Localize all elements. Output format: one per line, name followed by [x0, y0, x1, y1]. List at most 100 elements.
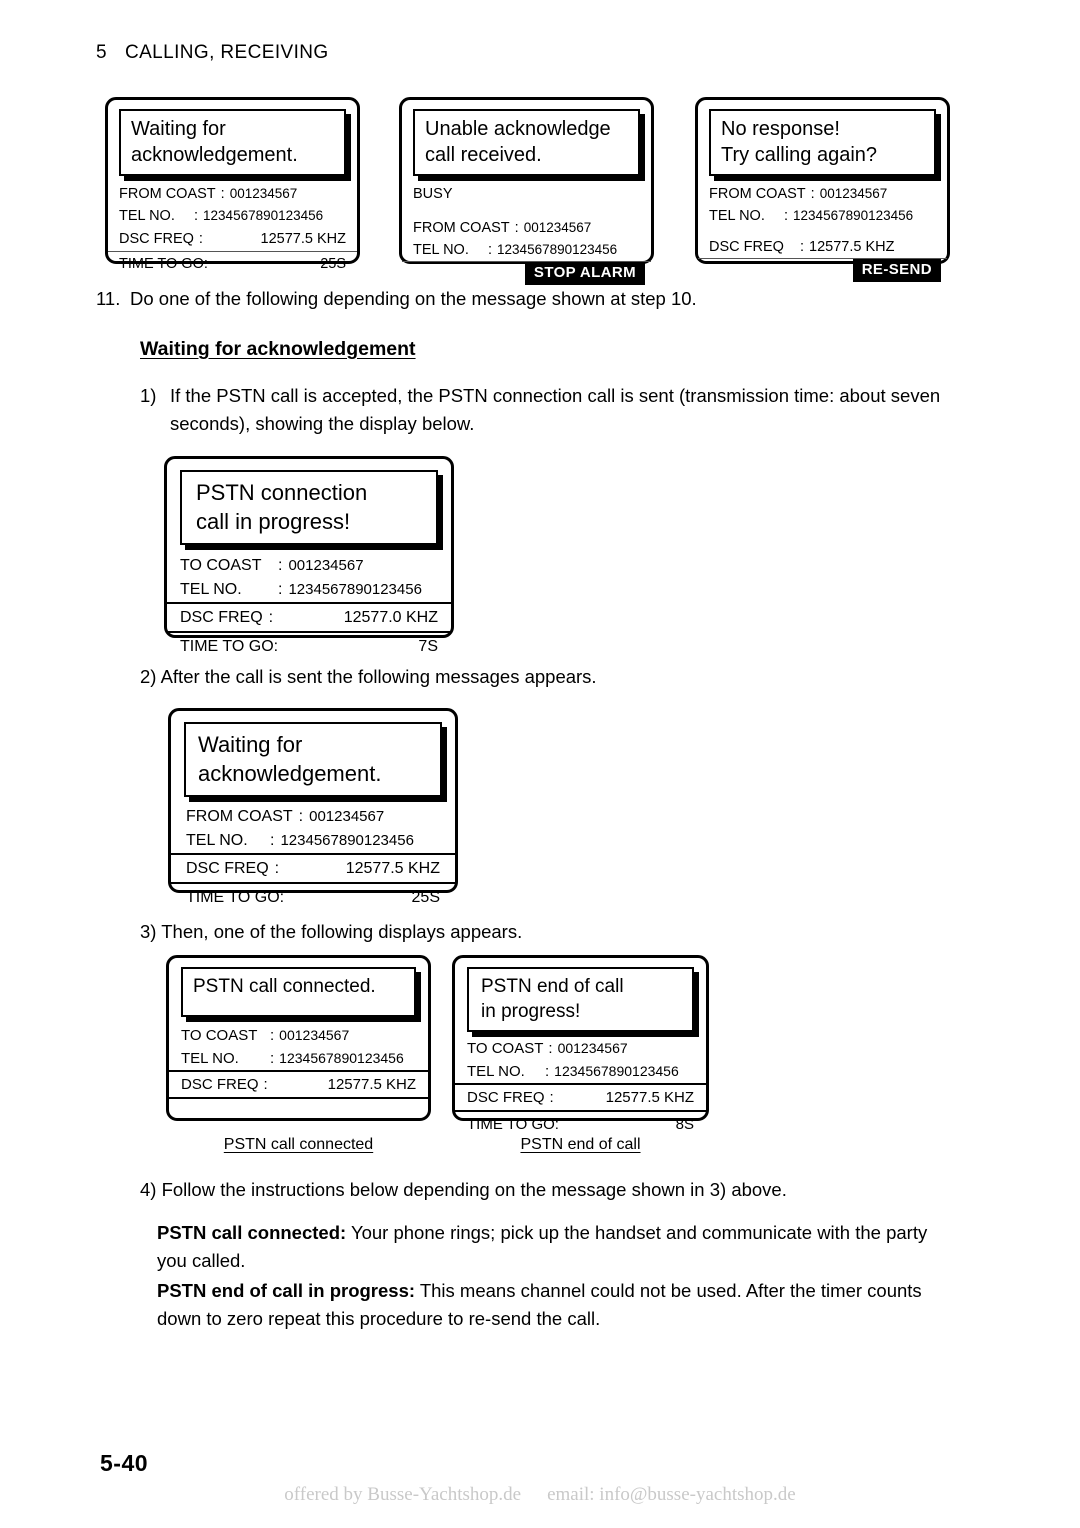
step-2: 2) After the call is sent the following …	[140, 666, 597, 687]
tel-no-label: TEL NO.	[413, 242, 469, 258]
softkey-row: RE-SEND	[698, 259, 947, 284]
message-banner: PSTN end of call in progress!	[467, 967, 699, 1037]
tel-no-value: 1234567890123456	[497, 242, 618, 257]
step-1-text: If the PSTN call is accepted, the PSTN c…	[170, 385, 941, 434]
time-to-go-label: TIME TO GO:	[186, 889, 285, 906]
from-coast-value: 001234567	[229, 186, 298, 201]
watermark: offered by Busse-Yachtshop.de email: info…	[0, 1484, 1080, 1506]
step-4: 4) Follow the instructions below dependi…	[140, 1179, 787, 1200]
paragraph-label-connected: PSTN call connected:	[157, 1222, 347, 1243]
tel-no-colon: :	[784, 208, 789, 224]
from-coast-colon: :	[298, 808, 304, 825]
tel-no-label: TEL NO.	[181, 1050, 239, 1067]
dsc-freq-colon: :	[800, 239, 805, 255]
caption-pstn-call-connected: PSTN call connected	[223, 1136, 374, 1153]
field-dsc-freq: DSC FREQ : 12577.5 KHZ	[108, 227, 357, 251]
time-to-go-value: 25S	[320, 256, 346, 272]
from-coast-value: 001234567	[523, 220, 592, 235]
time-to-go-value: 8S	[675, 1116, 694, 1133]
tel-no-colon: :	[194, 208, 199, 224]
dsc-freq-label: DSC FREQ	[186, 860, 269, 877]
field-time-to-go: TIME TO GO: 8S	[455, 1112, 706, 1137]
to-coast-label: TO COAST	[180, 557, 262, 574]
tel-no-value: 1234567890123456	[554, 1063, 679, 1079]
field-dsc-freq: DSC FREQ : 12577.5 KHZ	[169, 1072, 428, 1097]
banner-line-1: Waiting for	[198, 732, 303, 757]
tel-no-colon: :	[488, 242, 493, 258]
field-list: TO COAST : 001234567 TEL NO. : 123456789…	[167, 554, 451, 602]
page-number: 5-40	[100, 1450, 149, 1476]
from-coast-colon: :	[514, 220, 519, 236]
to-coast-label: TO COAST	[467, 1040, 544, 1057]
from-coast-label: FROM COAST	[709, 186, 806, 202]
time-to-go-value: 25S	[411, 889, 440, 906]
to-coast-value: 001234567	[279, 1027, 350, 1043]
banner-line-1: No response!	[721, 118, 840, 140]
chapter-title: CALLING, RECEIVING	[124, 42, 329, 63]
dsc-display-waiting-acknowledgement-2: Waiting for acknowledgement. FROM COAST …	[168, 708, 458, 906]
status-text: BUSY	[413, 183, 640, 205]
tel-no-label: TEL NO.	[180, 581, 242, 598]
field-tel-no: TEL NO. : 1234567890123456	[186, 829, 440, 853]
dsc-display-unable-acknowledge: Unable acknowledge call received. BUSY F…	[399, 97, 654, 285]
dsc-display-pstn-end-of-call: PSTN end of call in progress! TO COAST :…	[452, 955, 709, 1133]
field-tel-no: TEL NO. : 1234567890123456	[180, 578, 438, 602]
field-from-coast: FROM COAST : 001234567	[186, 805, 440, 829]
softkey-row: STOP ALARM	[402, 262, 651, 287]
banner-line-2: call in progress!	[196, 509, 351, 534]
field-tel-no: TEL NO. : 1234567890123456	[709, 205, 936, 227]
dsc-freq-value: 12577.5 KHZ	[345, 860, 440, 877]
busy-status: BUSY	[413, 186, 453, 202]
banner-line-2: acknowledgement.	[131, 144, 298, 166]
message-banner: Waiting for acknowledgement.	[119, 109, 351, 181]
tel-no-colon: :	[270, 832, 275, 849]
tel-no-value: 1234567890123456	[288, 581, 422, 598]
field-to-coast: TO COAST : 001234567	[180, 554, 438, 578]
watermark-offered-by: offered by Busse-Yachtshop.de	[284, 1484, 522, 1505]
banner-line-2: call received.	[425, 144, 542, 166]
field-tel-no: TEL NO. : 1234567890123456	[467, 1060, 694, 1083]
tel-no-value: 1234567890123456	[279, 1050, 404, 1066]
from-coast-label: FROM COAST	[119, 186, 216, 202]
message-banner: PSTN connection call in progress!	[180, 470, 443, 550]
banner-line-1: Waiting for	[131, 118, 226, 140]
field-to-coast: TO COAST : 001234567	[467, 1037, 694, 1060]
dsc-freq-value: 12577.5 KHZ	[327, 1076, 416, 1093]
from-coast-label: FROM COAST	[186, 808, 293, 825]
to-coast-colon: :	[278, 557, 283, 574]
message-banner: Unable acknowledge call received.	[413, 109, 645, 181]
field-list: FROM COAST : 001234567 TEL NO. : 1234567…	[171, 805, 455, 853]
message-banner: No response! Try calling again?	[709, 109, 941, 181]
field-tel-no: TEL NO. : 1234567890123456	[119, 205, 346, 227]
field-list: FROM COAST : 001234567 TEL NO. : 1234567…	[698, 183, 947, 258]
chapter-number: 5	[96, 42, 107, 63]
message-banner: Waiting for acknowledgement.	[184, 722, 447, 802]
re-send-button[interactable]: RE-SEND	[852, 259, 941, 282]
dsc-freq-colon: :	[198, 231, 203, 247]
field-time-to-go: TIME TO GO: 7S	[167, 633, 451, 660]
dsc-freq-value: 12577.5 KHZ	[605, 1089, 694, 1106]
field-list: TO COAST : 001234567 TEL NO. : 123456789…	[169, 1024, 428, 1070]
from-coast-value: 001234567	[309, 808, 385, 825]
tel-no-colon: :	[545, 1063, 550, 1080]
dsc-display-no-response: No response! Try calling again? FROM COA…	[695, 97, 950, 282]
step-1-number: 1)	[140, 385, 157, 406]
stop-alarm-button[interactable]: STOP ALARM	[524, 262, 645, 285]
from-coast-value: 001234567	[819, 186, 888, 201]
tel-no-label: TEL NO.	[186, 832, 248, 849]
to-coast-value: 001234567	[288, 557, 364, 574]
dsc-freq-label: DSC FREQ	[181, 1076, 259, 1093]
dsc-display-waiting-acknowledgement: Waiting for acknowledgement. FROM COAST …	[105, 97, 360, 272]
field-tel-no: TEL NO. : 1234567890123456	[413, 239, 640, 261]
tel-no-colon: :	[278, 581, 283, 598]
field-list: TO COAST : 001234567 TEL NO. : 123456789…	[455, 1037, 706, 1083]
step-11-text: Do one of the following depending on the…	[130, 288, 697, 309]
tel-no-value: 1234567890123456	[793, 208, 914, 223]
field-list: FROM COAST : 001234567 TEL NO. : 1234567…	[108, 183, 357, 227]
dsc-freq-label: DSC FREQ	[180, 609, 263, 626]
section-heading: Waiting for acknowledgement	[140, 338, 416, 360]
banner-line-2: acknowledgement.	[198, 761, 382, 786]
page-header: 5 CALLING, RECEIVING	[96, 42, 329, 64]
field-dsc-freq: DSC FREQ : 12577.0 KHZ	[167, 604, 451, 631]
paragraph-pstn-call-connected: PSTN call connected: Your phone rings; p…	[157, 1219, 957, 1275]
